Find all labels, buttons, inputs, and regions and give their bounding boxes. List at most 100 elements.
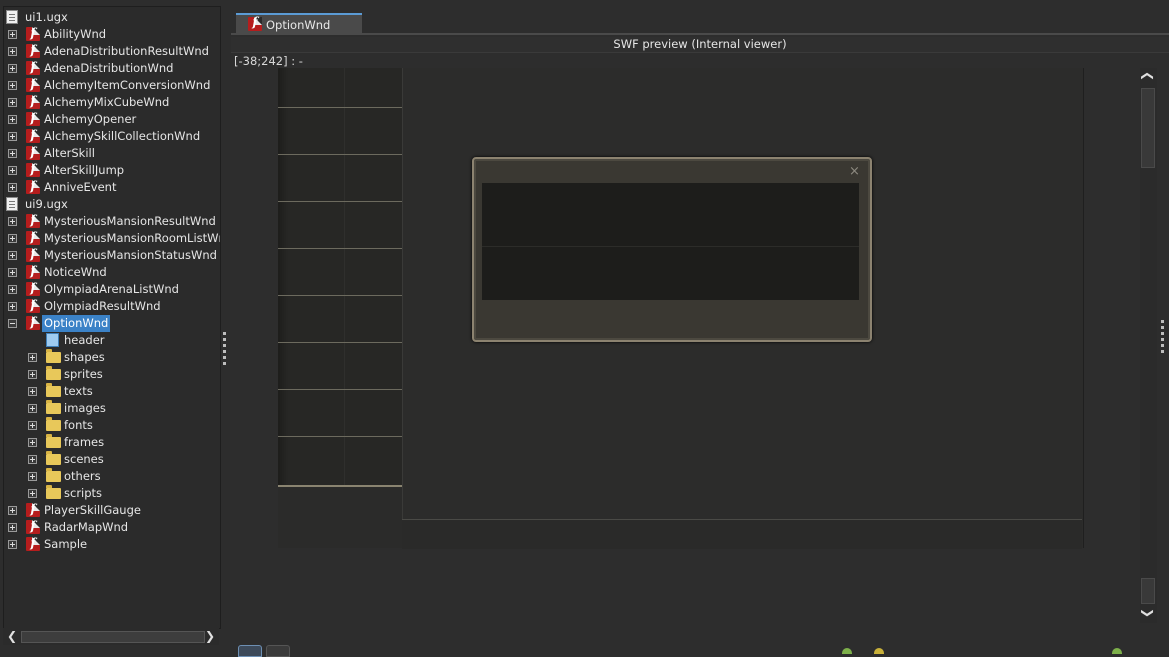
tree-item[interactable]: frames: [4, 434, 220, 451]
tree-item[interactable]: scenes: [4, 451, 220, 468]
expand-icon[interactable]: [8, 166, 17, 175]
tree-item[interactable]: AlterSkill: [4, 144, 220, 162]
folder-icon: [46, 417, 61, 431]
expand-icon[interactable]: [8, 285, 17, 294]
tree-item[interactable]: ui9.ugx: [4, 196, 220, 213]
swf-icon: [26, 178, 40, 195]
tree-item-label: AlchemyOpener: [44, 112, 137, 126]
expand-icon[interactable]: [8, 183, 17, 192]
tree-scroll-thumb[interactable]: [21, 631, 205, 643]
tree-item[interactable]: AlchemyOpener: [4, 110, 220, 128]
expand-icon[interactable]: [8, 302, 17, 311]
expand-icon[interactable]: [8, 98, 17, 107]
tree-item[interactable]: others: [4, 468, 220, 485]
tree-panel[interactable]: ui1.ugx AbilityWnd AdenaDistributionResult…: [3, 6, 221, 629]
tree-item[interactable]: RadarMapWnd: [4, 518, 220, 536]
scroll-down-arrow-icon[interactable]: ❯: [1140, 606, 1156, 620]
scroll-right-arrow-icon[interactable]: ❯: [203, 628, 217, 644]
expand-icon[interactable]: [28, 472, 37, 481]
tree-horizontal-scrollbar[interactable]: ❮ ❯: [3, 628, 219, 645]
expand-icon[interactable]: [8, 149, 17, 158]
tree-item[interactable]: AlchemyMixCubeWnd: [4, 93, 220, 111]
panel-row-line: [278, 248, 402, 249]
swf-icon: [26, 280, 40, 297]
swf-file-icon: [248, 15, 262, 31]
tree-item[interactable]: images: [4, 400, 220, 417]
splitter-handle-left[interactable]: [223, 332, 226, 365]
scroll-track-segment[interactable]: [1141, 88, 1155, 168]
expand-icon[interactable]: [28, 438, 37, 447]
tree-item[interactable]: AbilityWnd: [4, 25, 220, 43]
tree-item[interactable]: MysteriousMansionResultWnd: [4, 212, 220, 230]
tree-item[interactable]: OlympiadResultWnd: [4, 297, 220, 315]
tree-item-label: AlchemyMixCubeWnd: [44, 95, 170, 109]
tree-item[interactable]: AlchemySkillCollectionWnd: [4, 127, 220, 145]
tree-item[interactable]: OptionWnd: [4, 314, 220, 332]
expand-icon[interactable]: [8, 64, 17, 73]
tree-item[interactable]: AdenaDistributionResultWnd: [4, 42, 220, 60]
expand-icon[interactable]: [8, 506, 17, 515]
expand-icon[interactable]: [28, 421, 37, 430]
tree-item[interactable]: Sample: [4, 535, 220, 553]
expand-icon[interactable]: [8, 251, 17, 260]
folder-icon: [46, 434, 61, 448]
tree-item[interactable]: AlterSkillJump: [4, 161, 220, 179]
tree-item[interactable]: sprites: [4, 366, 220, 383]
view-mode-button[interactable]: [238, 645, 262, 657]
tree-item[interactable]: PlayerSkillGauge: [4, 501, 220, 519]
swf-icon: [26, 518, 40, 535]
scroll-up-arrow-icon[interactable]: ❮: [1140, 69, 1156, 83]
tree-item-label: fonts: [64, 418, 93, 432]
panel-row-line: [278, 342, 402, 343]
scroll-left-arrow-icon[interactable]: ❮: [5, 628, 19, 644]
collapse-icon[interactable]: [8, 319, 17, 328]
splitter-handle-right[interactable]: [1161, 320, 1164, 353]
expand-icon[interactable]: [8, 540, 17, 549]
swf-icon: [26, 212, 40, 229]
tree-item[interactable]: OlympiadArenaListWnd: [4, 280, 220, 298]
tree-item[interactable]: fonts: [4, 417, 220, 434]
tree-item-label: shapes: [64, 350, 105, 364]
swf-icon: [26, 246, 40, 263]
expand-icon[interactable]: [28, 455, 37, 464]
tree-item-label: OlympiadResultWnd: [44, 299, 161, 313]
expand-icon[interactable]: [28, 404, 37, 413]
tree-item[interactable]: MysteriousMansionRoomListWnd: [4, 229, 220, 247]
expand-icon[interactable]: [28, 370, 37, 379]
expand-icon[interactable]: [8, 268, 17, 277]
document-icon: [46, 333, 59, 347]
expand-icon[interactable]: [8, 81, 17, 90]
vertical-scroll-thumb[interactable]: [1141, 578, 1155, 604]
expand-icon[interactable]: [28, 489, 37, 498]
option-window-dialog: ×: [472, 157, 872, 342]
expand-icon[interactable]: [28, 387, 37, 396]
tree-item[interactable]: AnniveEvent: [4, 178, 220, 196]
tree-item[interactable]: ui1.ugx: [4, 9, 220, 26]
panel-row-line: [278, 389, 402, 390]
expand-icon[interactable]: [8, 47, 17, 56]
tab-optionwnd[interactable]: OptionWnd: [236, 13, 362, 33]
tree-item[interactable]: scripts: [4, 485, 220, 502]
tree-item[interactable]: header: [4, 332, 220, 349]
option-window-content: [482, 183, 859, 300]
tree-item[interactable]: AlchemyItemConversionWnd: [4, 76, 220, 94]
tree-item[interactable]: MysteriousMansionStatusWnd: [4, 246, 220, 264]
tree-item[interactable]: shapes: [4, 349, 220, 366]
expand-icon[interactable]: [8, 132, 17, 141]
expand-icon[interactable]: [8, 30, 17, 39]
expand-icon[interactable]: [8, 234, 17, 243]
tree-item-label: AdenaDistributionWnd: [44, 61, 174, 75]
tree-item[interactable]: texts: [4, 383, 220, 400]
swf-mode-button[interactable]: [266, 645, 290, 657]
tree-item[interactable]: NoticeWnd: [4, 263, 220, 281]
tree-item-label: header: [64, 333, 105, 347]
expand-icon[interactable]: [8, 115, 17, 124]
expand-icon[interactable]: [8, 217, 17, 226]
preview-vertical-scrollbar[interactable]: ❮ ❯: [1140, 68, 1157, 623]
expand-icon[interactable]: [8, 523, 17, 532]
tree-item[interactable]: AdenaDistributionWnd: [4, 59, 220, 77]
tree-item-label: RadarMapWnd: [44, 520, 129, 534]
background-panel-left: [278, 68, 402, 487]
close-icon[interactable]: ×: [849, 164, 860, 179]
expand-icon[interactable]: [28, 353, 37, 362]
